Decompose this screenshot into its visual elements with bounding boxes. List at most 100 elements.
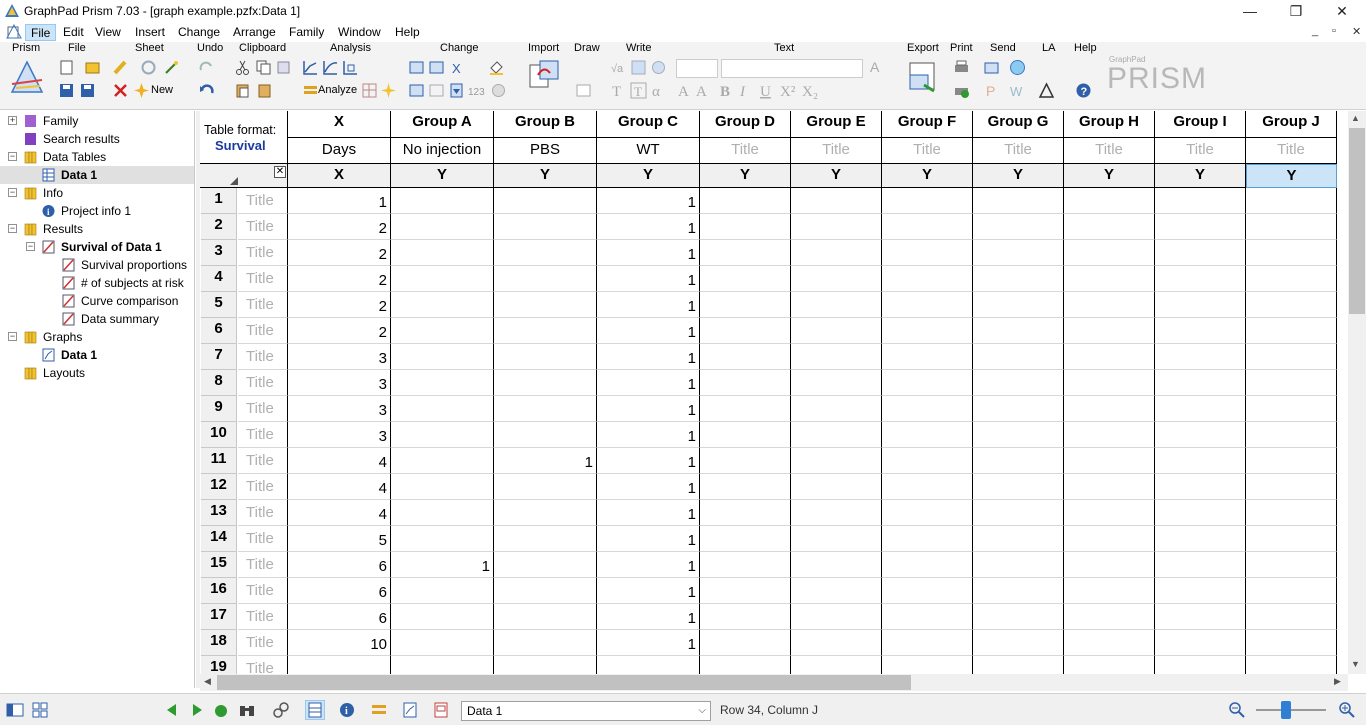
group-j-title[interactable]: Title: [1246, 138, 1337, 164]
y-value-cell[interactable]: [494, 188, 597, 214]
y-value-cell[interactable]: [882, 578, 973, 604]
paste-icon[interactable]: [234, 82, 251, 99]
y-value-cell[interactable]: [1155, 266, 1246, 292]
number-format-icon[interactable]: 123: [468, 82, 485, 99]
row-title[interactable]: Title: [238, 448, 288, 474]
link-icon[interactable]: [272, 701, 290, 719]
zoom-slider-track[interactable]: [1256, 709, 1326, 711]
group-j-header[interactable]: Group J: [1246, 111, 1337, 138]
y-value-cell[interactable]: [882, 526, 973, 552]
y-value-cell[interactable]: 1: [597, 266, 700, 292]
y-value-cell[interactable]: [791, 422, 882, 448]
previous-sheet-icon[interactable]: [163, 701, 181, 719]
y-value-cell[interactable]: [700, 370, 791, 396]
y-value-cell[interactable]: 1: [597, 344, 700, 370]
y-value-cell[interactable]: [882, 214, 973, 240]
horizontal-scroll-thumb[interactable]: [217, 675, 911, 690]
y-value-cell[interactable]: [882, 474, 973, 500]
y-value-cell[interactable]: [1155, 656, 1246, 674]
group-g-title[interactable]: Title: [973, 138, 1064, 164]
row-title[interactable]: Title: [238, 370, 288, 396]
y-value-cell[interactable]: [1064, 630, 1155, 656]
next-sheet-icon[interactable]: [188, 701, 206, 719]
y-value-cell[interactable]: [791, 344, 882, 370]
y-value-cell[interactable]: [700, 240, 791, 266]
sheet-grid-icon[interactable]: [428, 82, 445, 99]
y-value-cell[interactable]: [1064, 422, 1155, 448]
y-value-cell[interactable]: [1155, 526, 1246, 552]
open-file-icon[interactable]: [84, 59, 101, 76]
y-value-cell[interactable]: [494, 318, 597, 344]
y-value-cell[interactable]: [700, 292, 791, 318]
y-value-cell[interactable]: [1246, 526, 1337, 552]
mdi-restore-button[interactable]: ▫: [1332, 25, 1336, 37]
web-globe-icon[interactable]: [1009, 59, 1026, 76]
row-number[interactable]: 6: [201, 318, 237, 344]
row-title[interactable]: Title: [238, 552, 288, 578]
y-value-cell[interactable]: [1064, 292, 1155, 318]
x-value-cell[interactable]: 6: [288, 604, 391, 630]
row-number[interactable]: 7: [201, 344, 237, 370]
group-h-type[interactable]: Y: [1064, 164, 1155, 188]
expand-icon[interactable]: +: [8, 116, 17, 125]
print-icon[interactable]: [953, 59, 970, 76]
row-title[interactable]: Title: [238, 422, 288, 448]
x-value-cell[interactable]: 2: [288, 214, 391, 240]
y-value-cell[interactable]: [700, 604, 791, 630]
horizontal-scrollbar[interactable]: ◀ ▶: [200, 674, 1348, 691]
y-value-cell[interactable]: [700, 630, 791, 656]
group-b-header[interactable]: Group B: [494, 111, 597, 138]
y-value-cell[interactable]: [1246, 344, 1337, 370]
y-value-cell[interactable]: [1155, 630, 1246, 656]
y-value-cell[interactable]: [1064, 526, 1155, 552]
y-value-cell[interactable]: [1064, 370, 1155, 396]
y-value-cell[interactable]: [1064, 188, 1155, 214]
row-number[interactable]: 14: [201, 526, 237, 552]
row-title[interactable]: Title: [238, 396, 288, 422]
y-value-cell[interactable]: [973, 344, 1064, 370]
y-value-cell[interactable]: [494, 526, 597, 552]
export-icon[interactable]: [906, 61, 940, 95]
y-value-cell[interactable]: [391, 344, 494, 370]
y-value-cell[interactable]: [1246, 448, 1337, 474]
fill-color-icon[interactable]: [488, 59, 505, 76]
font-color-icon[interactable]: A: [868, 59, 885, 76]
y-value-cell[interactable]: [494, 240, 597, 266]
y-value-cell[interactable]: [1155, 604, 1246, 630]
scroll-down-icon[interactable]: ▼: [1351, 659, 1360, 669]
y-value-cell[interactable]: 1: [597, 214, 700, 240]
undo-icon[interactable]: [198, 82, 215, 99]
y-value-cell[interactable]: [791, 214, 882, 240]
x-value-cell[interactable]: 2: [288, 318, 391, 344]
scroll-up-icon[interactable]: ▲: [1351, 113, 1360, 123]
y-value-cell[interactable]: [1064, 396, 1155, 422]
y-value-cell[interactable]: [1064, 500, 1155, 526]
row-number[interactable]: 11: [201, 448, 237, 474]
text-format-icons[interactable]: A A B I U X² X₂: [678, 82, 868, 99]
x-value-cell[interactable]: 5: [288, 526, 391, 552]
y-value-cell[interactable]: [1246, 240, 1337, 266]
y-value-cell[interactable]: [882, 292, 973, 318]
y-value-cell[interactable]: [791, 292, 882, 318]
y-value-cell[interactable]: [1064, 240, 1155, 266]
y-value-cell[interactable]: [700, 318, 791, 344]
new-file-icon[interactable]: [58, 59, 75, 76]
group-h-title[interactable]: Title: [1064, 138, 1155, 164]
y-value-cell[interactable]: [882, 630, 973, 656]
group-i-title[interactable]: Title: [1155, 138, 1246, 164]
menu-edit[interactable]: Edit: [58, 24, 89, 41]
y-value-cell[interactable]: [1246, 604, 1337, 630]
y-value-cell[interactable]: [1155, 500, 1246, 526]
y-value-cell[interactable]: [700, 344, 791, 370]
select-all-icon[interactable]: [230, 177, 238, 185]
collapse-icon[interactable]: −: [26, 242, 35, 251]
y-value-cell[interactable]: [1246, 474, 1337, 500]
info-sheet-icon[interactable]: i: [338, 701, 356, 719]
swap-columns-icon[interactable]: [408, 59, 425, 76]
tree-item-family[interactable]: + Family: [0, 112, 194, 130]
menu-arrange[interactable]: Arrange: [228, 24, 281, 41]
y-value-cell[interactable]: [1155, 240, 1246, 266]
tree-item-curve-comparison[interactable]: Curve comparison: [0, 292, 194, 310]
sheet-select[interactable]: Data 1 ⌵: [461, 701, 711, 721]
y-value-cell[interactable]: [391, 448, 494, 474]
